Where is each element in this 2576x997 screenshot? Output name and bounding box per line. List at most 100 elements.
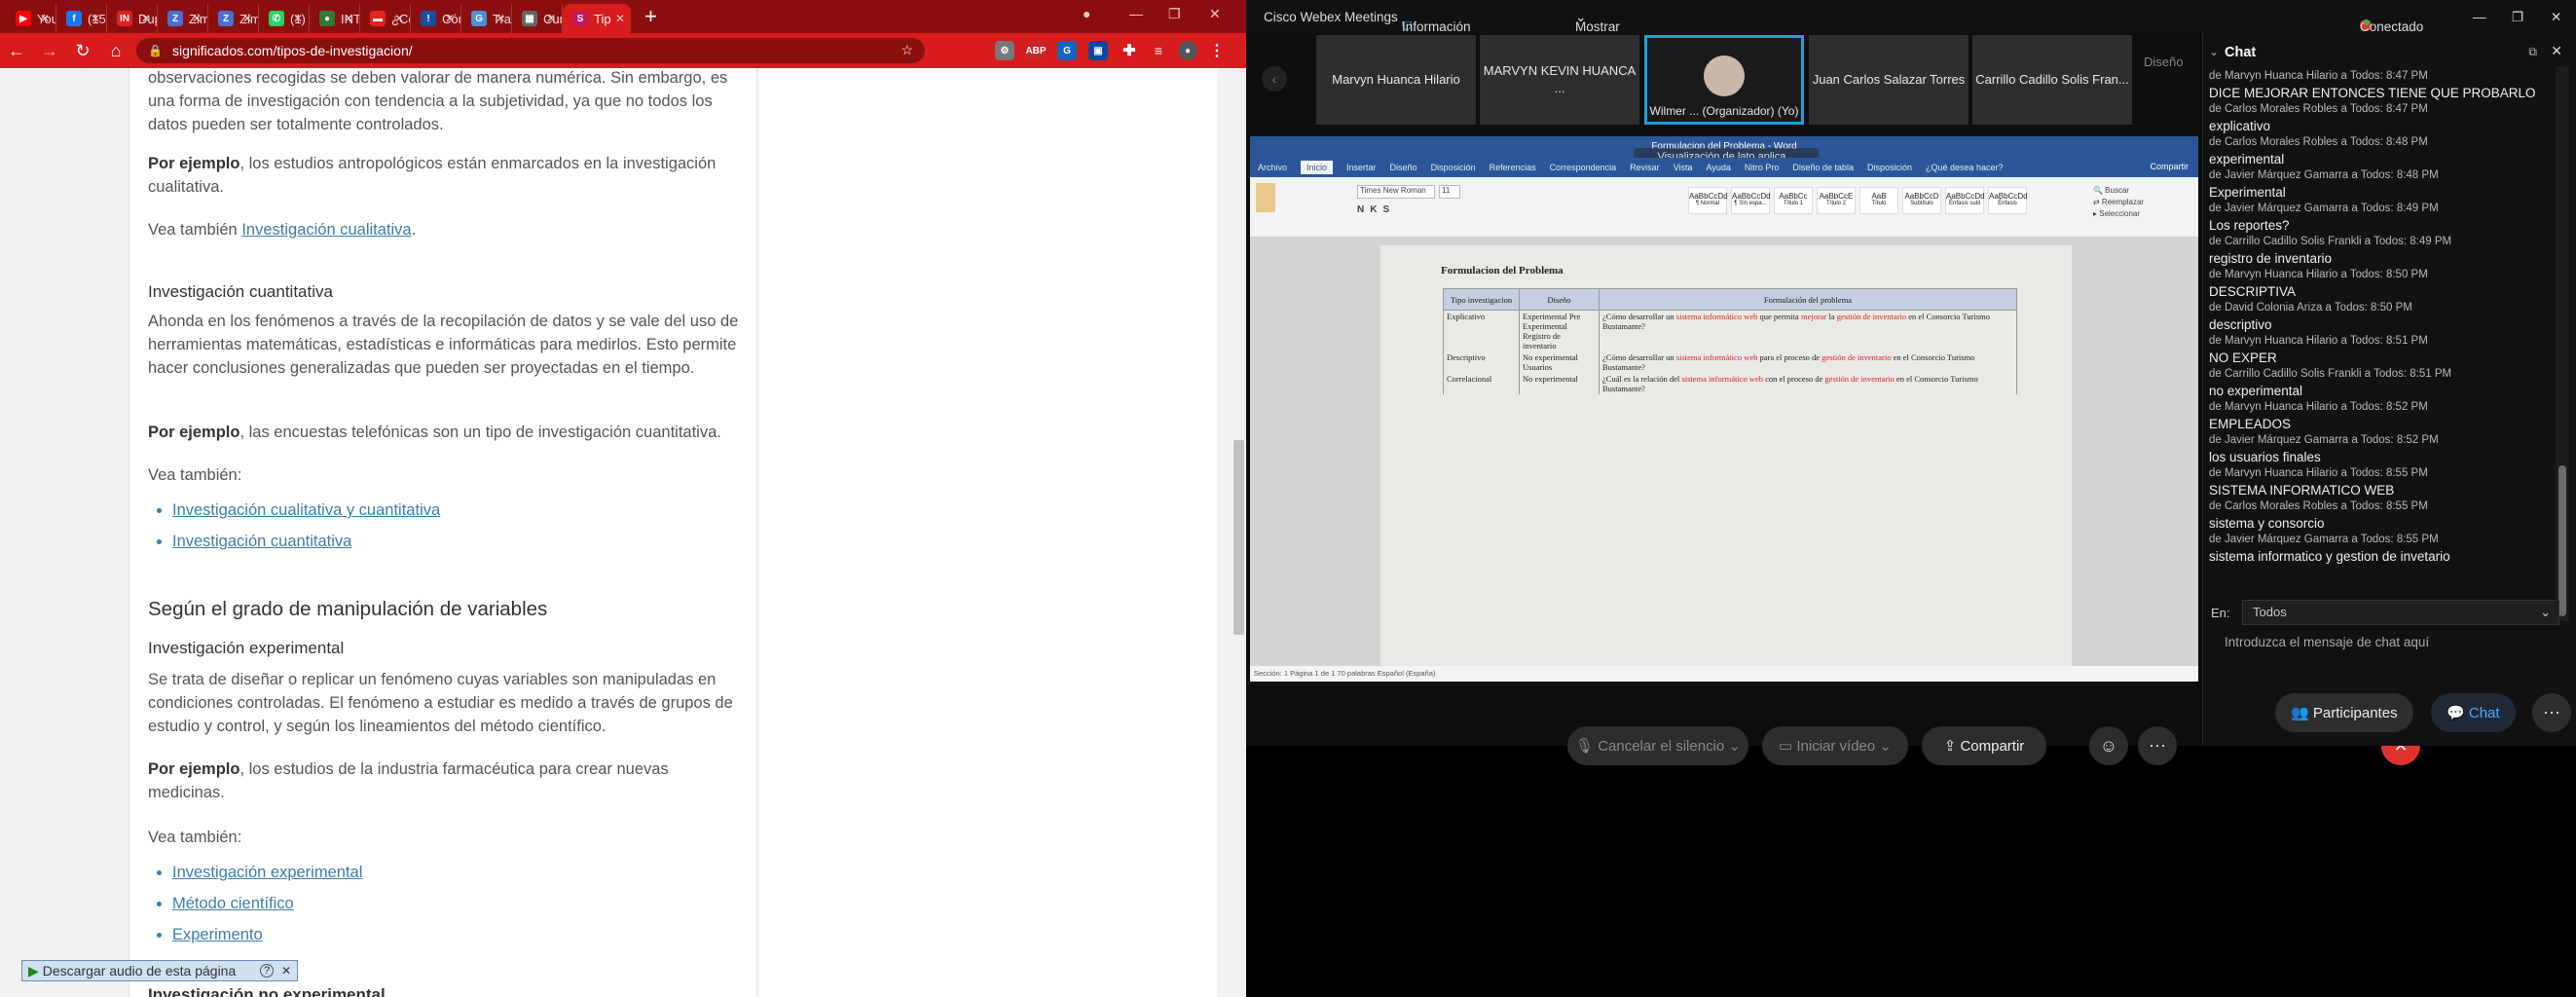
- heading-cuantitativa: Investigación cuantitativa: [148, 282, 333, 301]
- paragraph-intro: observaciones recogidas se deben valorar…: [148, 69, 728, 133]
- browser-tab[interactable]: ● INT ✕: [310, 4, 360, 33]
- chat-scroll-thumb[interactable]: [2558, 465, 2566, 616]
- browser-tab[interactable]: ▶ You ✕: [6, 4, 56, 33]
- participant-tile[interactable]: Marvyn Huanca Hilario: [1316, 35, 1476, 125]
- favicon-icon: ▬: [370, 11, 386, 26]
- more-panels-button[interactable]: ⋯: [2532, 693, 2571, 732]
- link-cualitativa[interactable]: Investigación cualitativa: [241, 221, 411, 239]
- audio-download-bar[interactable]: ▶ Descargar audio de esta página ? ✕: [21, 960, 298, 981]
- browser-tab[interactable]: ▦ Cur ✕: [512, 4, 563, 33]
- close-tab-icon[interactable]: ✕: [445, 12, 455, 25]
- word-ribbon: Times New Roman 11 NKS AaBbCcDd ¶ Normal A…: [1250, 177, 2198, 238]
- chat-input[interactable]: Introduzca el mensaje de chat aquí: [2225, 635, 2556, 649]
- scrollbar-thumb[interactable]: [1233, 440, 1244, 635]
- chat-message-text: descriptivo: [2209, 317, 2272, 332]
- tipo-cell: Descriptivo: [1443, 351, 1520, 373]
- audio-label[interactable]: Descargar audio de esta página: [43, 963, 236, 979]
- close-tab-icon[interactable]: ✕: [546, 12, 556, 25]
- see-also-link[interactable]: Método científico: [172, 895, 294, 912]
- show-menu-bar[interactable]: Mostrar la barra de menú ⌄: [1575, 10, 1620, 78]
- new-tab-button[interactable]: +: [644, 4, 657, 29]
- close-chat-icon[interactable]: ✕: [2551, 43, 2562, 59]
- see-also-link[interactable]: Experimento: [172, 926, 263, 943]
- tab-search-icon[interactable]: ●: [1083, 6, 1090, 21]
- restore-icon[interactable]: ❐: [2512, 10, 2523, 25]
- back-icon[interactable]: ←: [0, 41, 33, 61]
- avatar[interactable]: ●: [1178, 41, 1197, 60]
- reload-icon[interactable]: ↻: [66, 41, 99, 61]
- paragraph-experimental: Se trata de diseñar o replicar un fenóme…: [148, 671, 733, 735]
- recipient-select[interactable]: Todos ⌄: [2242, 600, 2559, 625]
- browser-tab[interactable]: Z Zim ✕: [208, 4, 259, 33]
- close-tab-icon[interactable]: ✕: [192, 12, 202, 25]
- see-also-link[interactable]: Investigación cualitativa y cuantitativa: [172, 501, 440, 519]
- close-window-icon[interactable]: ✕: [2551, 10, 2561, 25]
- page-sidebar: [759, 68, 1217, 997]
- extension-icon[interactable]: ⚙: [995, 41, 1014, 60]
- screen-ext-icon[interactable]: ▣: [1088, 41, 1108, 60]
- browser-tab[interactable]: ▬¿Có✕: [360, 4, 411, 33]
- chat-message-text: DICE MEJORAR ENTONCES TIENE QUE PROBARLO: [2209, 86, 2536, 100]
- extensions-puzzle-icon[interactable]: ✚: [1120, 41, 1139, 60]
- browser-window: ▶You✕f(15)✕INDup✕ZZim✕ZZim✕✆(1)✕●INT✕▬¿C…: [0, 0, 1246, 997]
- close-audio-icon[interactable]: ✕: [281, 964, 291, 978]
- close-window-icon[interactable]: ✕: [1209, 6, 1221, 22]
- forward-icon[interactable]: →: [33, 41, 66, 61]
- close-tab-icon[interactable]: ✕: [344, 12, 353, 25]
- close-tab-icon[interactable]: ✕: [615, 12, 625, 25]
- minimize-icon[interactable]: —: [1129, 6, 1143, 21]
- help-icon[interactable]: ?: [260, 964, 274, 978]
- unmute-button[interactable]: 🎙 Cancelar el silencio ⌄: [1567, 726, 1748, 765]
- browser-tab[interactable]: ✆ (1) ✕: [259, 4, 310, 33]
- translate-ext-icon[interactable]: G: [1057, 41, 1077, 60]
- address-bar[interactable]: 🔒 significados.com/tipos-de-investigacio…: [136, 38, 925, 63]
- close-tab-icon[interactable]: ✕: [496, 12, 505, 25]
- browser-tab[interactable]: f(15)✕: [56, 4, 107, 33]
- participant-tile[interactable]: Carrillo Cadillo Solis Fran...: [1972, 35, 2132, 125]
- media-icon[interactable]: ≡: [1149, 41, 1168, 60]
- close-tab-icon[interactable]: ✕: [293, 12, 303, 25]
- see-also-link[interactable]: Investigación experimental: [172, 864, 362, 881]
- bookmark-star-icon[interactable]: ☆: [901, 42, 913, 58]
- participants-button[interactable]: 👥 Participantes: [2275, 693, 2413, 732]
- more-options-button[interactable]: ⋯: [2138, 726, 2177, 765]
- close-tab-icon[interactable]: ✕: [141, 12, 151, 25]
- chat-message-text: SISTEMA INFORMATICO WEB: [2209, 483, 2395, 498]
- layout-button[interactable]: Diseño: [2144, 55, 2183, 69]
- table-header: Tipo investigacion: [1443, 288, 1520, 311]
- close-tab-icon[interactable]: ✕: [394, 12, 404, 25]
- minimize-icon[interactable]: —: [2473, 10, 2486, 24]
- see-also-link[interactable]: Investigación cuantitativa: [172, 533, 351, 550]
- browser-tab[interactable]: G Tra ✕: [461, 4, 512, 33]
- chat-message-text: explicativo: [2209, 119, 2271, 133]
- prev-participants-icon[interactable]: ‹: [1262, 66, 1287, 92]
- close-tab-icon[interactable]: ✕: [242, 12, 252, 25]
- participant-tile[interactable]: Juan Carlos Salazar Torres: [1809, 35, 1969, 125]
- play-icon[interactable]: ▶: [28, 963, 39, 979]
- chat-scrollbar[interactable]: [2556, 66, 2569, 621]
- toolbar: ← → ↻ ⌂ 🔒 significados.com/tipos-de-inve…: [0, 33, 1246, 68]
- word-tab: Insertar: [1346, 163, 1377, 172]
- chat-button[interactable]: 💬 Chat: [2431, 693, 2516, 732]
- chat-message-text: experimental: [2209, 152, 2285, 166]
- participant-tile[interactable]: MARVYN KEVIN HUANCA ...: [1480, 35, 1639, 125]
- page-scrollbar[interactable]: [1232, 68, 1246, 997]
- chat-message-text: sistema informatico y gestion de invetar…: [2209, 549, 2450, 564]
- participant-tile-self[interactable]: Wilmer ... (Organizador) (Yo): [1644, 35, 1804, 125]
- adblock-icon[interactable]: ABP: [1025, 41, 1047, 60]
- close-tab-icon[interactable]: ✕: [91, 12, 100, 25]
- popout-icon[interactable]: ⧉: [2528, 45, 2537, 59]
- close-tab-icon[interactable]: ✕: [40, 12, 50, 25]
- restore-icon[interactable]: ❐: [1168, 6, 1181, 22]
- menu-icon[interactable]: ⋮: [1207, 41, 1227, 60]
- start-video-button[interactable]: ▭ Iniciar vídeo ⌄: [1762, 726, 1908, 765]
- browser-tab[interactable]: INDup✕: [107, 4, 158, 33]
- browser-tab[interactable]: Z Zim ✕: [158, 4, 208, 33]
- browser-tab[interactable]: !Cón✕: [411, 4, 461, 33]
- collapse-icon[interactable]: ⌄: [2209, 45, 2219, 58]
- style-swatch: AaBbCcDd ¶ Sin espa...: [1731, 187, 1771, 214]
- browser-tab[interactable]: S Tip ✕: [563, 4, 631, 33]
- reactions-button[interactable]: ☺: [2089, 726, 2128, 765]
- home-icon[interactable]: ⌂: [99, 41, 132, 61]
- share-button[interactable]: ⇪ Compartir: [1922, 726, 2046, 765]
